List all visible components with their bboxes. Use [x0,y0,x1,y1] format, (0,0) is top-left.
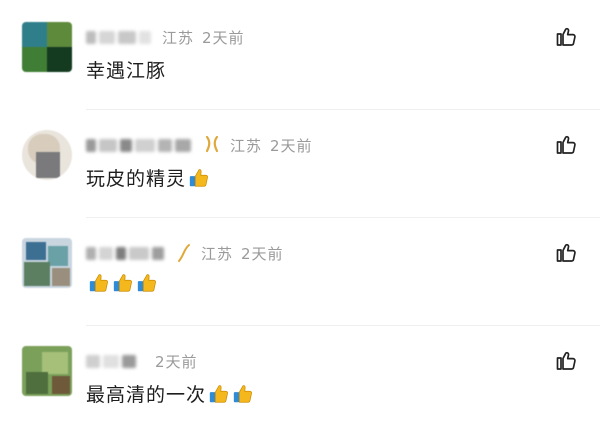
comment-text: 玩皮的精灵 [86,164,210,191]
comment-meta: 2天前 [86,350,198,372]
location-label: 江苏 [162,28,195,47]
comment-item: 2天前 最高清的一次 [0,324,600,434]
comment-meta: 江苏 2天前 [86,134,313,156]
comment-item: 江苏 2天前 幸遇江豚 [0,0,600,110]
emoji-group [88,272,158,294]
comment-text [86,272,158,294]
user-name-redacted[interactable] [86,354,139,368]
timestamp: 2天前 [155,352,198,371]
timestamp: 2天前 [270,136,313,155]
emoji-group [188,167,210,189]
like-icon[interactable] [554,132,578,156]
thumbs-up-emoji-icon [209,384,228,403]
avatar[interactable] [22,22,72,72]
comment-list: 江苏 2天前 幸遇江豚 江苏 2天前 玩皮的精灵 江苏 2天前 2天前 最高清的… [0,0,600,434]
comment-text: 最高清的一次 [86,380,254,407]
comment-meta: 江苏 2天前 [86,26,245,48]
avatar[interactable] [22,238,72,288]
location-label: 江苏 [201,244,234,263]
comment-item: 江苏 2天前 玩皮的精灵 [0,108,600,218]
like-icon[interactable] [554,24,578,48]
thumbs-up-emoji-icon [113,274,132,292]
thumbs-up-emoji-icon [89,274,108,292]
gold-ribbon-badge-icon [202,135,222,155]
like-icon[interactable] [554,240,578,264]
timestamp: 2天前 [202,28,245,47]
comment-body: 最高清的一次 [86,384,207,406]
comment-body: 玩皮的精灵 [86,168,187,190]
timestamp: 2天前 [241,244,284,263]
like-icon[interactable] [554,348,578,372]
avatar[interactable] [22,130,72,180]
user-name-redacted[interactable] [86,138,194,152]
comment-meta: 江苏 2天前 [86,242,284,264]
emoji-group [208,383,254,405]
user-name-redacted[interactable] [86,246,167,260]
comment-body: 幸遇江豚 [86,60,167,82]
thumbs-up-emoji-icon [189,168,208,187]
location-label: 江苏 [230,136,263,155]
thumbs-up-emoji-icon [137,274,156,292]
thumbs-up-emoji-icon [233,384,252,403]
avatar[interactable] [22,346,72,396]
gold-ribbon-badge-icon [175,243,193,263]
user-name-redacted[interactable] [86,30,154,44]
comment-item: 江苏 2天前 [0,216,600,326]
comment-text: 幸遇江豚 [86,56,166,83]
